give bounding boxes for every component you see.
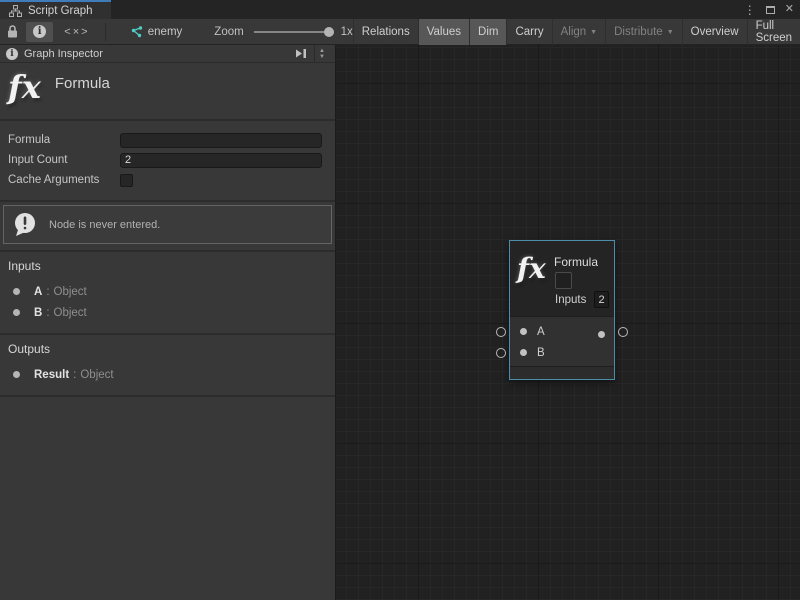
cache-arguments-field-row: Cache Arguments <box>0 170 335 190</box>
maximize-icon[interactable] <box>766 6 775 14</box>
distribute-dropdown[interactable]: Distribute ▼ <box>605 19 682 45</box>
window-menu-icon[interactable]: ⋮ <box>744 4 756 16</box>
outputs-header: Outputs <box>8 342 327 356</box>
port-dot-icon <box>13 288 20 295</box>
output-port-row: Result : Object <box>8 364 327 385</box>
tab-bar: Script Graph ⋮ ✕ <box>0 0 800 19</box>
node-inputs-count[interactable]: 2 <box>594 291 609 308</box>
formula-field-row: Formula <box>0 130 335 150</box>
scroll-spinner[interactable]: ▲ ▼ <box>314 45 329 63</box>
node-formula-input[interactable] <box>555 272 572 289</box>
fx-icon: fx <box>517 255 546 283</box>
zoom-label: Zoom <box>214 26 243 38</box>
inspector-node-title: Formula <box>55 75 110 92</box>
inspector-empty-area <box>0 397 335 600</box>
input-port-row: B : Object <box>8 302 327 323</box>
input-port-b-icon[interactable] <box>520 349 527 356</box>
zoom-slider-track[interactable] <box>254 31 334 33</box>
spinner-down-icon[interactable]: ▼ <box>319 54 325 60</box>
graph-reference-icon <box>130 26 143 38</box>
formula-node[interactable]: fx Formula Inputs 2 A B <box>509 240 615 380</box>
script-graph-window: Script Graph ⋮ ✕ i <×> enem <box>0 0 800 600</box>
formula-node-body: A B <box>510 316 614 366</box>
port-dot-icon <box>13 371 20 378</box>
external-port-result-icon[interactable] <box>618 327 628 337</box>
dim-button[interactable]: Dim <box>469 19 506 45</box>
dock-inspector-icon[interactable] <box>294 48 308 59</box>
zoom-slider[interactable] <box>254 26 334 38</box>
relations-button[interactable]: Relations <box>353 19 418 45</box>
input-count-field-label: Input Count <box>8 154 120 166</box>
cache-arguments-checkbox[interactable] <box>120 174 133 187</box>
overview-button[interactable]: Overview <box>682 19 747 45</box>
external-port-a-icon[interactable] <box>496 327 506 337</box>
graph-canvas[interactable]: fx Formula Inputs 2 A B <box>335 45 800 600</box>
input-count-field-row: Input Count <box>0 150 335 170</box>
lock-button[interactable] <box>2 22 23 42</box>
info-icon: i <box>33 25 46 38</box>
formula-node-footer <box>510 366 614 379</box>
zoom-value: 1x <box>341 26 353 38</box>
carry-button[interactable]: Carry <box>506 19 551 45</box>
close-icon[interactable]: ✕ <box>785 4 794 15</box>
warning-text: Node is never entered. <box>49 219 160 231</box>
output-port-result-icon[interactable] <box>598 331 605 338</box>
inspector-node-title-block: fx Formula <box>0 63 335 121</box>
inputs-section: Inputs A : Object B : Object <box>0 252 335 335</box>
inspector-title: Graph Inspector <box>24 48 103 60</box>
chevron-down-icon: ▼ <box>590 27 597 36</box>
formula-field-label: Formula <box>8 134 120 146</box>
node-inputs-label: Inputs <box>555 294 586 306</box>
window-controls: ⋮ ✕ <box>744 0 794 19</box>
graph-name-label: enemy <box>148 26 183 38</box>
input-port-a-icon[interactable] <box>520 328 527 335</box>
input-count-input[interactable] <box>120 153 322 168</box>
inspector-fields: Formula Input Count Cache Arguments <box>0 121 335 202</box>
tab-label: Script Graph <box>28 5 93 17</box>
warning-zone: Node is never entered. <box>0 202 335 252</box>
info-icon: i <box>6 48 18 60</box>
outputs-section: Outputs Result : Object <box>0 335 335 397</box>
values-button[interactable]: Values <box>418 19 469 45</box>
cache-arguments-field-label: Cache Arguments <box>8 174 120 186</box>
chevron-down-icon: ▼ <box>667 27 674 36</box>
inputs-header: Inputs <box>8 259 327 273</box>
lock-icon <box>7 25 18 38</box>
formula-node-header[interactable]: fx Formula Inputs 2 <box>510 241 614 316</box>
fx-icon: fx <box>8 71 41 103</box>
port-dot-icon <box>13 309 20 316</box>
external-port-b-icon[interactable] <box>496 348 506 358</box>
graph-toolbar: i <×> enemy Zoom 1x Relations Values <box>0 19 800 45</box>
inspector-toggle-button[interactable]: i <box>26 22 53 42</box>
warning-box: Node is never entered. <box>3 205 332 244</box>
tab-script-graph[interactable]: Script Graph <box>0 0 111 19</box>
formula-input[interactable] <box>120 133 322 148</box>
graph-inspector-header: i Graph Inspector ▲ ▼ <box>0 45 335 63</box>
warning-icon <box>12 211 39 238</box>
align-dropdown[interactable]: Align ▼ <box>552 19 606 45</box>
script-graph-icon <box>9 5 22 17</box>
graph-inspector-panel: i Graph Inspector ▲ ▼ fx Formula Formula <box>0 45 335 600</box>
full-screen-button[interactable]: Full Screen <box>747 19 800 45</box>
toolbar-separator <box>105 23 106 41</box>
node-title: Formula <box>554 255 598 269</box>
input-port-row: A : Object <box>8 281 327 302</box>
node-port-row-b: B <box>510 342 614 363</box>
zoom-slider-handle[interactable] <box>324 27 334 37</box>
graph-reference[interactable]: enemy <box>130 26 183 38</box>
toolbar-buttons: Relations Values Dim Carry Align ▼ Distr… <box>353 19 800 45</box>
preview-code-button[interactable]: <×> <box>53 22 101 42</box>
